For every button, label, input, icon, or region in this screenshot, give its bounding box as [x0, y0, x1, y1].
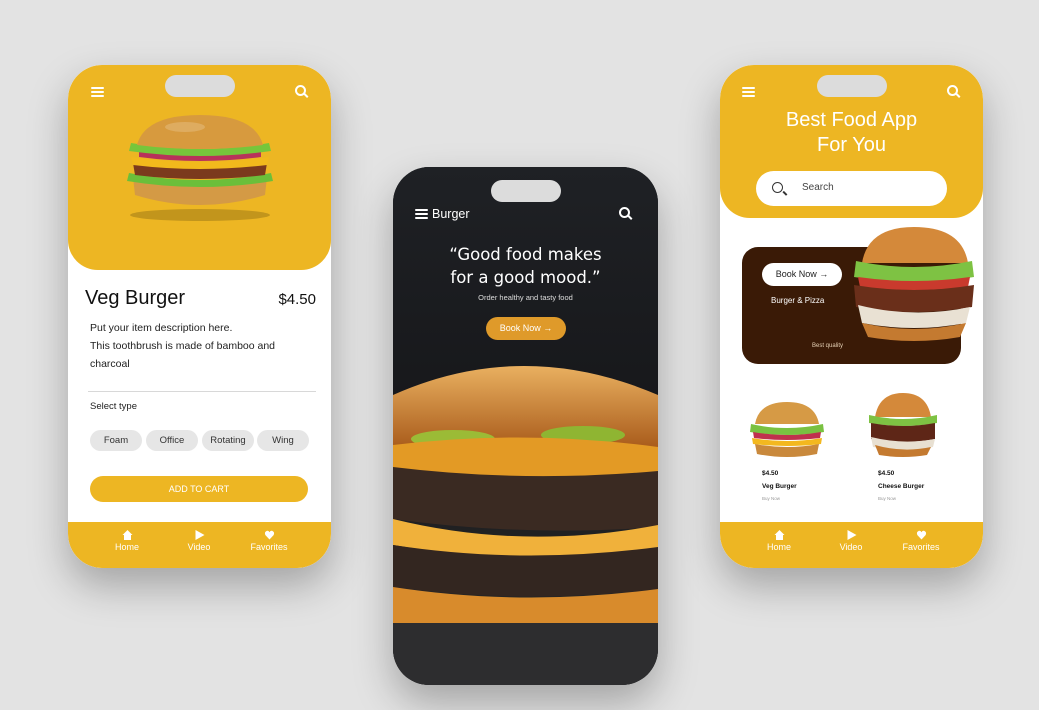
play-icon	[847, 530, 856, 540]
search-icon[interactable]	[619, 207, 630, 218]
book-now-label: Book Now	[499, 323, 541, 333]
nav-label: Favorites	[250, 542, 288, 552]
nav-video[interactable]: Video	[821, 530, 881, 552]
nav-label: Video	[839, 542, 863, 552]
buy-now-link[interactable]: Buy Now	[878, 496, 896, 501]
phone-notch	[490, 180, 561, 202]
home-screen: Best Food App For You Search Book Now → …	[720, 65, 983, 568]
home-icon	[774, 530, 784, 540]
product-name: Cheese Burger	[878, 483, 925, 490]
divider	[88, 391, 316, 392]
arrow-right-icon: →	[819, 269, 829, 279]
burger-image	[127, 115, 273, 221]
home-icon	[122, 530, 132, 540]
select-type-label: Select type	[90, 401, 137, 412]
nav-label: Home	[766, 542, 791, 552]
nav-favorites[interactable]: Favorites	[239, 530, 299, 552]
heading-line: For You	[817, 134, 886, 156]
arrow-right-icon: →	[543, 323, 553, 333]
product-header	[68, 65, 331, 270]
subtitle: Order healthy and tasty food	[478, 293, 573, 302]
banner-burger-image	[854, 227, 974, 341]
type-chip-rotating[interactable]: Rotating	[202, 430, 254, 451]
type-chip-wing[interactable]: Wing	[257, 430, 309, 451]
home-heading: Best Food App For You	[720, 108, 983, 158]
bottom-nav: Home Video Favorites	[720, 522, 983, 568]
description-line: This toothbrush is made of bamboo and	[90, 340, 276, 352]
book-now-button[interactable]: Book Now →	[486, 317, 566, 340]
heart-icon	[916, 530, 926, 540]
banner-tagline: Best quality	[812, 343, 844, 349]
product-name: Veg Burger	[762, 483, 797, 490]
nav-label: Home	[114, 542, 139, 552]
book-now-label: Book Now	[775, 269, 817, 279]
play-icon	[195, 530, 204, 540]
product-price: $4.50	[762, 470, 779, 477]
banner-caption: Burger & Pizza	[771, 296, 825, 305]
nav-video[interactable]: Video	[169, 530, 229, 552]
menu-icon[interactable]	[742, 87, 755, 97]
promo-banner[interactable]: Book Now → Burger & Pizza Best quality	[742, 227, 974, 364]
product-detail-screen: Veg Burger $4.50 Put your item descripti…	[68, 65, 331, 568]
product-name: Veg Burger	[85, 287, 186, 309]
quote-line: for a good mood.”	[450, 268, 601, 287]
search-icon	[772, 182, 783, 193]
nav-label: Favorites	[902, 542, 940, 552]
heart-icon	[264, 530, 274, 540]
type-chip-foam[interactable]: Foam	[90, 430, 142, 451]
banner-book-now-button[interactable]: Book Now →	[762, 263, 842, 286]
phone-notch	[816, 75, 887, 97]
nav-home[interactable]: Home	[97, 530, 157, 552]
search-input[interactable]: Search	[802, 182, 834, 193]
cheese-burger-image	[869, 393, 937, 457]
type-chip-office[interactable]: Office	[146, 430, 198, 451]
bottom-nav: Home Video Favorites	[68, 522, 331, 568]
nav-home[interactable]: Home	[749, 530, 809, 552]
veg-burger-image	[750, 402, 824, 457]
app-title: Burger	[432, 207, 470, 221]
splash-screen: Burger “Good food makes for a good mood.…	[393, 167, 658, 685]
add-to-cart-button[interactable]: ADD TO CART	[90, 476, 308, 502]
phone-notch	[164, 75, 235, 97]
heading-line: Best Food App	[785, 109, 918, 131]
nav-favorites[interactable]: Favorites	[891, 530, 951, 552]
search-bar[interactable]: Search	[756, 171, 947, 206]
product-price: $4.50	[278, 291, 316, 308]
home-header: Best Food App For You Search	[720, 65, 983, 218]
description-line: Put your item description here.	[90, 322, 233, 334]
description-line: charcoal	[90, 358, 130, 370]
search-icon[interactable]	[947, 85, 958, 96]
product-price: $4.50	[878, 470, 895, 477]
menu-icon[interactable]	[415, 209, 428, 219]
tagline-quote: “Good food makes for a good mood.”	[393, 243, 658, 289]
nav-label: Video	[187, 542, 211, 552]
buy-now-link[interactable]: Buy Now	[762, 496, 780, 501]
quote-line: “Good food makes	[449, 245, 602, 264]
menu-icon[interactable]	[91, 87, 104, 97]
search-icon[interactable]	[295, 85, 306, 96]
